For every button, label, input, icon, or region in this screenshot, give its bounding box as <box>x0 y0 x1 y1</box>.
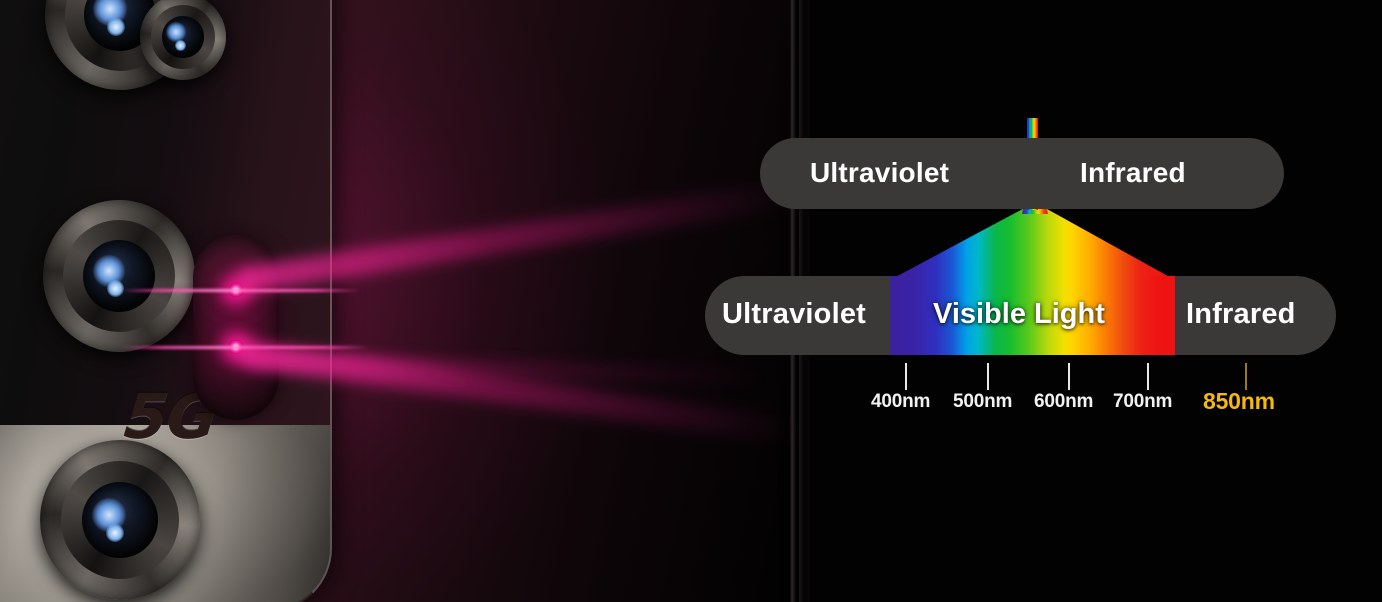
pill-top-labels: Ultraviolet Infrared <box>760 138 1284 209</box>
label-visible-light: Visible Light <box>933 298 1105 330</box>
illustration-canvas: 5G Ultraviolet Infrared Ultraviolet Infr… <box>0 0 1382 602</box>
wavelength-label-400nm: 400nm <box>871 391 931 412</box>
wavelength-label-700nm: 700nm <box>1113 391 1173 412</box>
tick-700nm <box>1147 363 1149 390</box>
phone-photo: 5G <box>0 0 810 602</box>
wavelength-label-850nm: 850nm <box>1203 388 1275 414</box>
wavelength-label-500nm: 500nm <box>953 391 1013 412</box>
label-ultraviolet-top: Ultraviolet <box>810 157 950 188</box>
label-infrared-bottom: Infrared <box>1186 298 1296 330</box>
tick-850nm <box>1245 363 1247 390</box>
camera-bump: 5G <box>0 0 330 602</box>
camera-lens-wide <box>43 200 195 352</box>
camera-lens-bottom <box>40 440 200 600</box>
tick-600nm <box>1068 363 1070 390</box>
wavelength-label-600nm: 600nm <box>1034 391 1094 412</box>
led-flare-top <box>120 289 360 292</box>
label-ultraviolet-bottom: Ultraviolet <box>722 298 867 330</box>
tick-500nm <box>987 363 989 390</box>
label-infrared-top: Infrared <box>1080 157 1186 188</box>
tick-400nm <box>905 363 907 390</box>
